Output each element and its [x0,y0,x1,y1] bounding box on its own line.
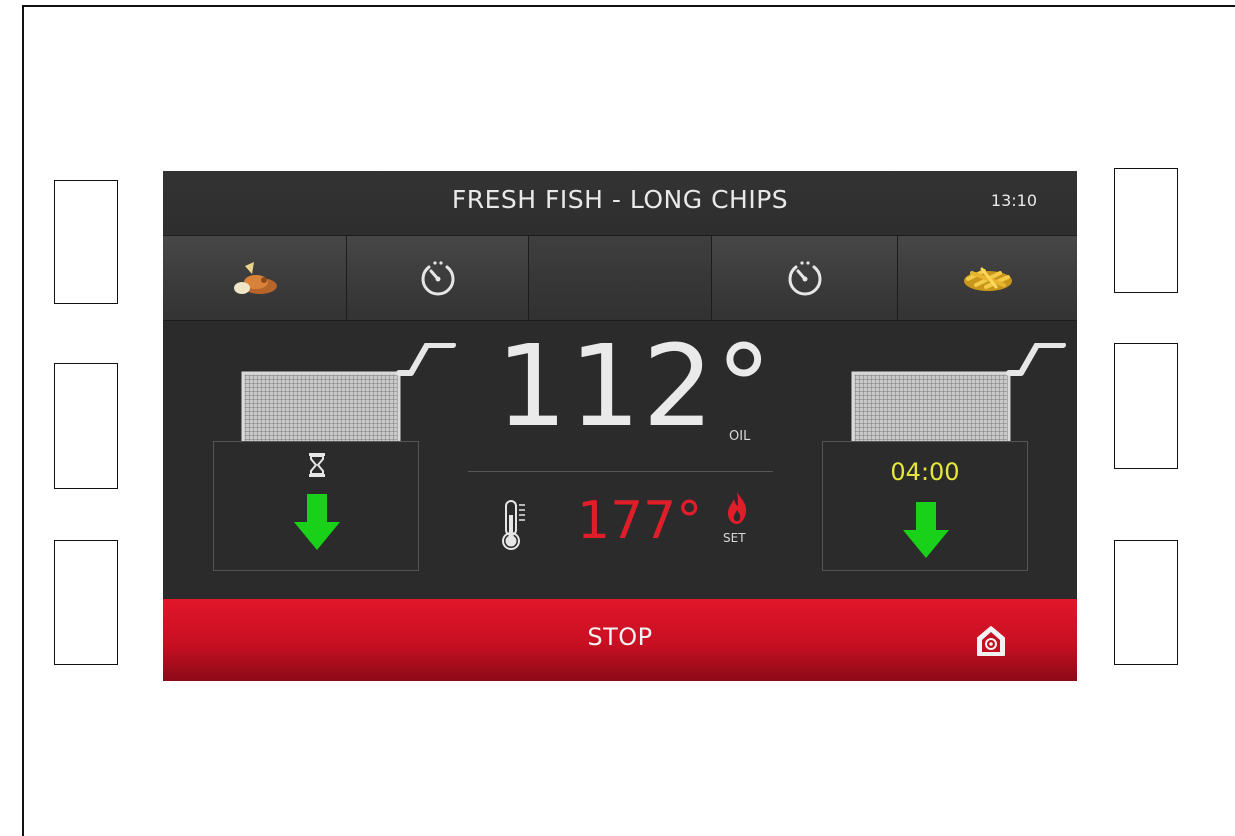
lower-basket-arrow-icon [903,502,949,558]
program-title: FRESH FISH - LONG CHIPS [451,185,789,214]
oil-label: OIL [729,429,751,444]
basket-tab-bar [163,235,1077,322]
title-bar: FRESH FISH - LONG CHIPS 13:10 [163,171,1077,235]
side-button-right-1[interactable] [1114,168,1178,293]
side-button-left-2[interactable] [54,363,118,489]
divider [468,471,773,472]
flame-icon [728,492,747,524]
side-button-right-3[interactable] [1114,540,1178,665]
side-button-right-2[interactable] [1114,343,1178,469]
tab-left-timer[interactable] [347,236,529,320]
left-basket-panel[interactable] [213,441,419,571]
setpoint-temperature[interactable]: 177° [577,493,702,549]
right-basket-timer: 04:00 [890,458,960,486]
thermometer-icon [502,500,525,550]
stopwatch-icon [421,261,454,296]
stop-button[interactable]: STOP [163,599,1077,681]
fish-food-icon [233,262,277,294]
home-icon[interactable] [975,624,1007,658]
right-basket-icon [851,343,1066,443]
clock: 13:10 [990,191,1037,210]
right-basket-panel[interactable]: 04:00 [822,441,1028,571]
stop-label: STOP [587,623,653,651]
side-button-left-3[interactable] [54,540,118,665]
lower-basket-arrow-icon [294,494,340,550]
left-basket-icon [241,343,456,443]
side-button-left-1[interactable] [54,180,118,304]
tab-center[interactable] [529,236,712,320]
fryer-screen: FRESH FISH - LONG CHIPS 13:10 112° OIL 1… [163,171,1077,681]
setpoint-label: SET [723,531,746,545]
fries-icon [963,267,1012,291]
stopwatch-icon [788,261,821,296]
tab-right-product[interactable] [898,236,1077,320]
hourglass-icon [309,453,325,477]
tab-right-timer[interactable] [712,236,898,320]
tab-left-product[interactable] [163,236,347,320]
oil-temperature: 112° [496,322,774,452]
fryer-status-area: 112° OIL 177° SET 04:00 [163,321,1077,599]
